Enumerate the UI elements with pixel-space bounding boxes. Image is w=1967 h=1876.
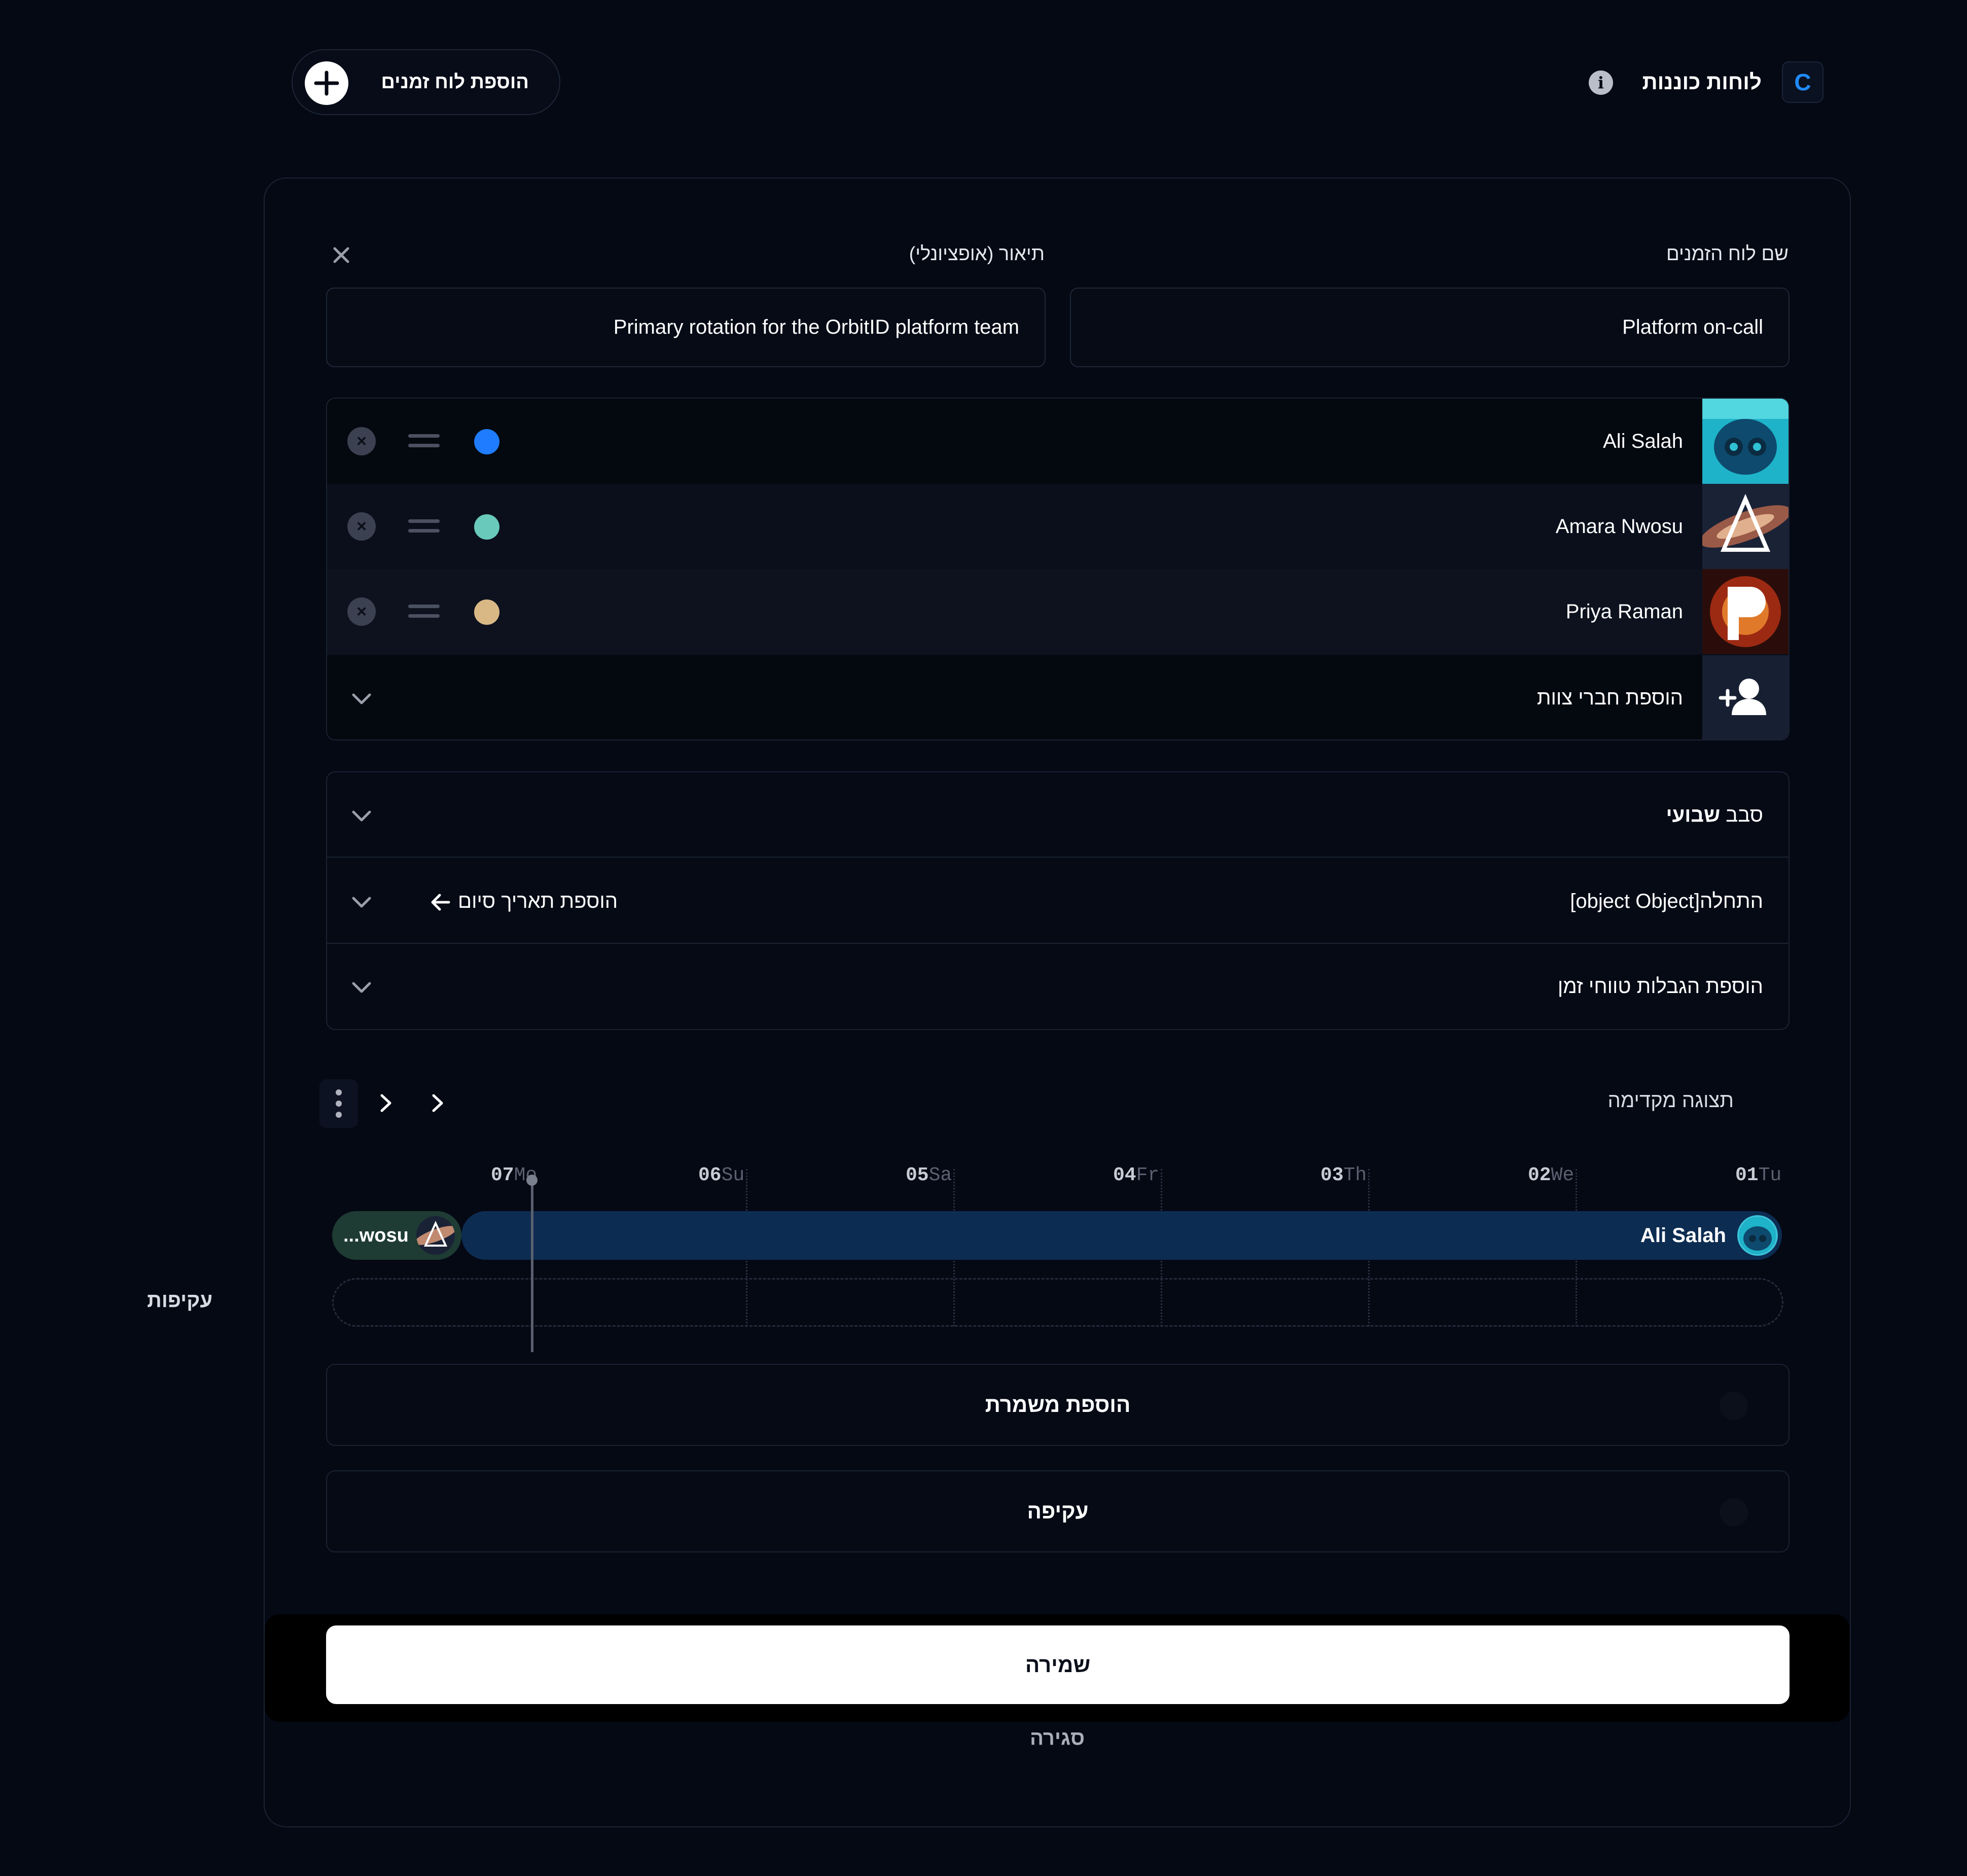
override-label: עקיפה — [1027, 1499, 1089, 1523]
plus-icon — [305, 61, 348, 105]
chevron-right-icon[interactable] — [368, 1085, 403, 1121]
add-override-button[interactable]: עקיפה — [326, 1470, 1790, 1552]
remove-member-icon[interactable]: × — [347, 427, 376, 455]
close-icon[interactable] — [329, 242, 354, 268]
add-icon — [1720, 1498, 1748, 1527]
avatar — [416, 1216, 455, 1255]
current-time-marker — [526, 1175, 538, 1186]
restrictions-text: הוספת הגבלות טווחי זמן — [1557, 975, 1763, 998]
rotation-type-text: סבב שבועי — [1666, 772, 1763, 858]
drag-handle-icon[interactable] — [408, 434, 440, 448]
timeline-tick: 05Sa — [906, 1164, 952, 1186]
remove-member-icon[interactable]: × — [347, 512, 376, 541]
start-row[interactable]: [object Object]התחלה הוספת תאריך סיום — [327, 859, 1789, 944]
add-members-label: הוספת חברי צוות — [1536, 687, 1683, 709]
close-button[interactable]: סגירה — [1014, 1727, 1100, 1750]
description-label: תיאור (אופציונלי) — [909, 243, 1045, 265]
overrides-lane[interactable] — [332, 1278, 1783, 1327]
shift-label: ...wosu — [343, 1225, 409, 1246]
member-row[interactable]: Priya Raman × — [327, 569, 1789, 654]
member-name: Ali Salah — [1603, 430, 1683, 452]
timeline-tick: 02We — [1528, 1164, 1575, 1186]
member-name: Priya Raman — [1565, 600, 1683, 623]
chevron-right-icon[interactable] — [419, 1085, 455, 1121]
info-icon[interactable]: i — [1589, 70, 1613, 95]
add-icon — [1720, 1392, 1748, 1420]
add-schedule-button[interactable]: הוספת לוח זמנים — [292, 49, 560, 115]
shift-bar[interactable]: Ali Salah — [461, 1211, 1782, 1260]
schedule-name-label: שם לוח הזמנים — [1666, 243, 1789, 265]
arrow-left-icon — [431, 894, 450, 911]
add-end-date-label: הוספת תאריך סיום — [458, 890, 618, 912]
timeline-tick: 01Tu — [1735, 1164, 1782, 1186]
timeline-tick: 06Su — [698, 1164, 745, 1186]
more-options-icon[interactable] — [319, 1079, 358, 1128]
rotation-type-value: שבועי — [1666, 804, 1721, 826]
add-end-date-link[interactable]: הוספת תאריך סיום — [428, 859, 618, 944]
member-name: Amara Nwosu — [1555, 515, 1683, 538]
save-button[interactable]: שמירה — [326, 1625, 1790, 1704]
member-color-dot[interactable] — [474, 429, 499, 454]
shift-label: Ali Salah — [1640, 1224, 1726, 1247]
chevron-down-icon[interactable] — [347, 973, 376, 1002]
chevron-down-icon[interactable] — [347, 685, 376, 713]
add-shift-label: הוספת משמרת — [985, 1393, 1131, 1417]
member-color-dot[interactable] — [474, 514, 499, 540]
page-title: לוחות כוננות — [1642, 70, 1762, 94]
avatar — [1737, 1215, 1778, 1256]
drag-handle-icon[interactable] — [408, 519, 440, 534]
member-row[interactable]: Ali Salah × — [327, 399, 1789, 484]
overrides-label: עקיפות — [147, 1289, 213, 1312]
add-user-icon — [1702, 655, 1789, 739]
drag-handle-icon[interactable] — [408, 605, 440, 619]
current-time-line — [531, 1176, 533, 1352]
team-members-list: Ali Salah × Amara Nwosu × Priya Raman × … — [326, 398, 1790, 740]
timeline-tick: 04Fr — [1113, 1164, 1160, 1186]
preview-title: תצוגה מקדימה — [1607, 1089, 1734, 1112]
add-schedule-label: הוספת לוח זמנים — [381, 71, 529, 93]
chevron-down-icon[interactable] — [347, 888, 376, 916]
shift-bar[interactable]: ...wosu — [332, 1211, 461, 1260]
restrictions-row[interactable]: הוספת הגבלות טווחי זמן — [327, 944, 1789, 1029]
schedule-name-input[interactable]: Platform on-call — [1070, 288, 1790, 367]
rotation-type-row[interactable]: סבב שבועי — [327, 772, 1789, 858]
start-text: [object Object]התחלה — [1570, 890, 1763, 912]
avatar — [1700, 484, 1789, 569]
avatar — [1702, 399, 1789, 484]
app-logo: C — [1782, 61, 1823, 103]
timeline-tick: 03Th — [1320, 1164, 1367, 1186]
rotation-prefix: סבב — [1726, 804, 1763, 826]
member-row[interactable]: Amara Nwosu × — [327, 484, 1789, 569]
chevron-down-icon[interactable] — [347, 802, 376, 830]
add-members-row[interactable]: הוספת חברי צוות — [327, 655, 1789, 739]
remove-member-icon[interactable]: × — [347, 597, 376, 626]
description-input[interactable]: Primary rotation for the OrbitID platfor… — [326, 288, 1046, 367]
member-color-dot[interactable] — [474, 599, 499, 625]
add-shift-button[interactable]: הוספת משמרת — [326, 1364, 1790, 1446]
rotation-settings: סבב שבועי [object Object]התחלה הוספת תאר… — [326, 771, 1790, 1030]
avatar — [1702, 569, 1789, 654]
